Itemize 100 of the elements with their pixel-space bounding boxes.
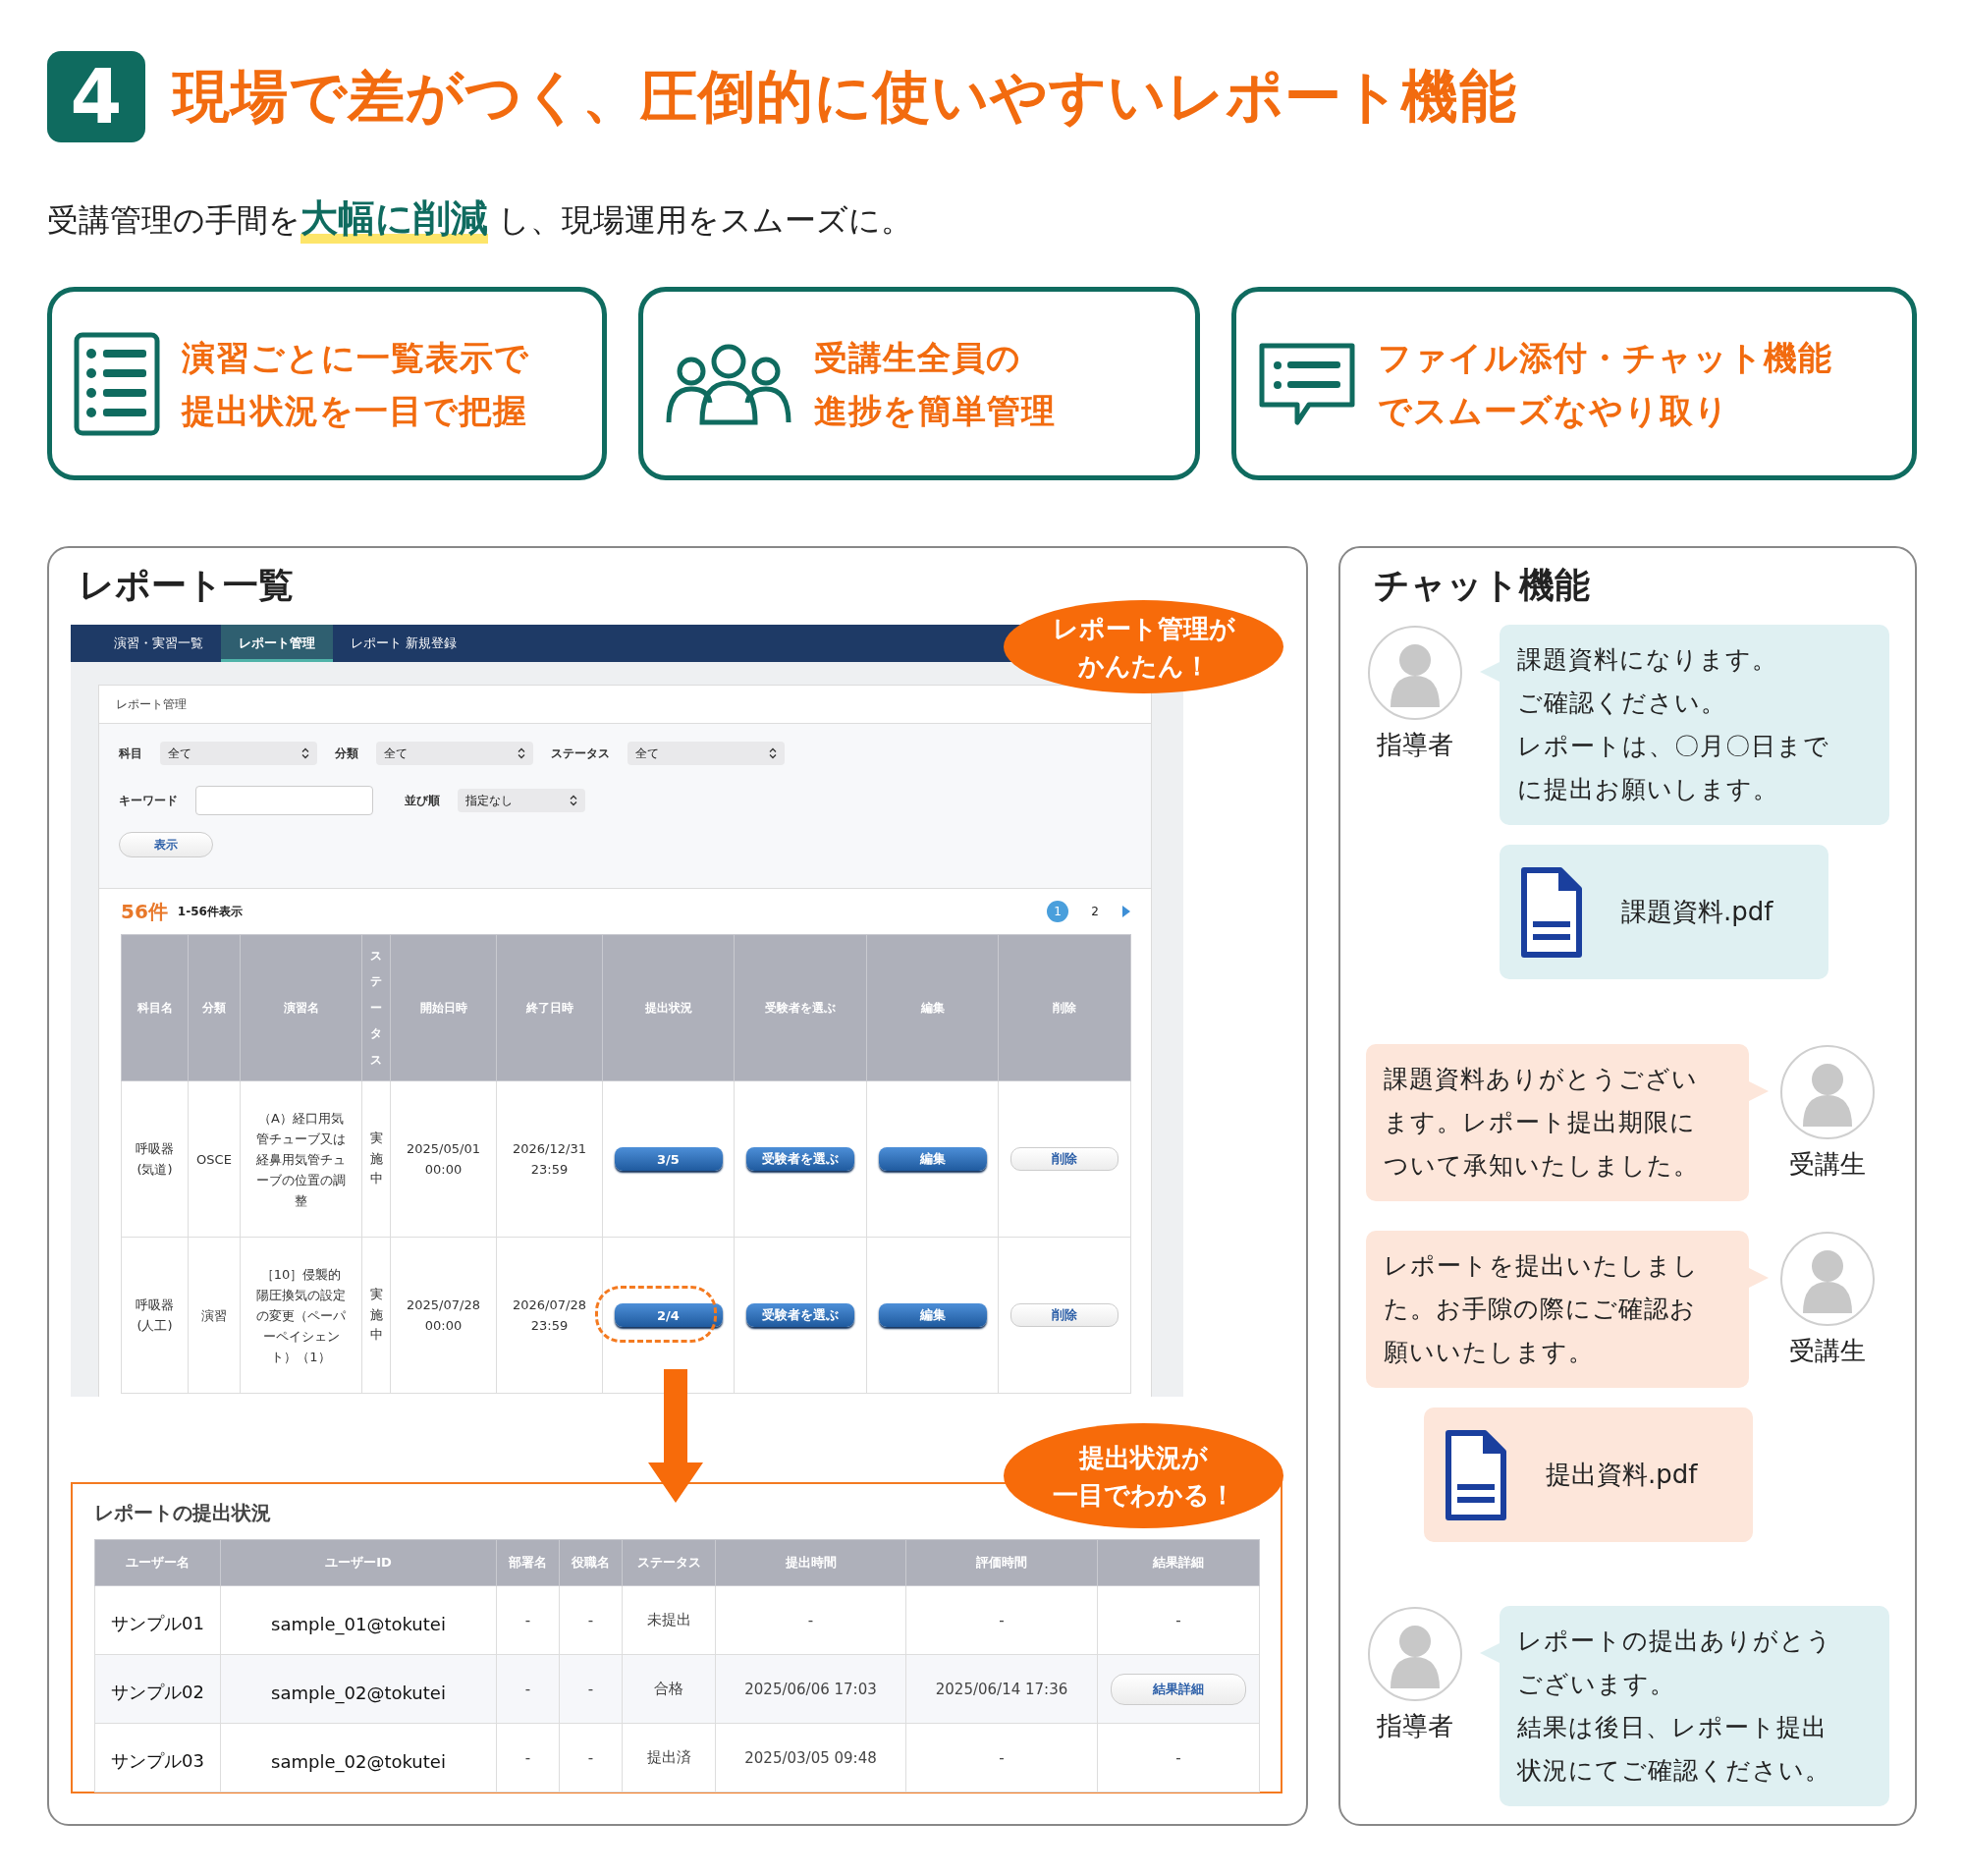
result-range: 1-56件表示 — [177, 903, 243, 920]
table-cell: 2025/06/06 17:03 — [715, 1654, 906, 1724]
submission-status-button[interactable]: 3/5 — [614, 1147, 723, 1171]
callout-text: 一目でわかる！ — [1052, 1478, 1235, 1512]
edit-button[interactable]: 編集 — [878, 1303, 987, 1327]
select-field[interactable]: 全て — [160, 742, 317, 765]
sender-name: 受講生 — [1789, 1335, 1866, 1367]
keyword-field[interactable] — [195, 786, 373, 815]
message-text: 課題資料になります。 — [1517, 644, 1778, 676]
filter-label: キーワード — [119, 792, 178, 809]
nav-tab[interactable]: 演習・実習一覧 — [96, 625, 221, 662]
feature-text: 演習ごとに一覧表示で — [182, 336, 529, 379]
nav-tab[interactable]: レポート 新規登録 — [333, 625, 475, 662]
callout-text: かんたん！ — [1077, 649, 1210, 683]
callout-text: 提出状況が — [1079, 1441, 1208, 1474]
choose-examinee-button[interactable]: 受験者を選ぶ — [746, 1303, 854, 1327]
show-button[interactable]: 表示 — [119, 832, 213, 857]
table-cell: OSCE — [188, 1080, 241, 1238]
document-icon — [1521, 866, 1582, 958]
delete-button[interactable]: 削除 — [1010, 1147, 1118, 1171]
panel-title: レポート一覧 — [78, 564, 295, 607]
panel-title: チャット機能 — [1373, 564, 1591, 607]
lead-text: 受講管理の手間を大幅に削減 し、現場運用をスムーズに。 — [47, 196, 1917, 242]
nav-tab[interactable]: レポート管理 — [221, 625, 333, 662]
column-header: 演習名 — [240, 934, 362, 1081]
table-cell: 合格 — [622, 1654, 716, 1724]
select-field[interactable]: 指定なし — [458, 789, 585, 812]
section-title: 現場で差がつく、圧倒的に使いやすいレポート機能 — [173, 61, 1517, 132]
page-link[interactable]: 2 — [1084, 901, 1106, 922]
column-header: 評価時間 — [905, 1539, 1098, 1586]
table-cell: 呼吸器(人工) — [121, 1237, 189, 1394]
message-text: レポートは、〇月〇日までに提出お願いします。 — [1517, 731, 1830, 805]
column-header: 開始日時 — [390, 934, 497, 1081]
select-field[interactable]: 全て — [376, 742, 533, 765]
column-header: 提出状況 — [602, 934, 735, 1081]
avatar-icon — [1367, 1606, 1463, 1702]
next-page-icon[interactable] — [1121, 905, 1131, 918]
table-cell: 未提出 — [622, 1585, 716, 1655]
chat-icon — [1258, 341, 1356, 426]
table-cell: （A）経口用気管チューブ又は経鼻用気管チューブの位置の調整 — [240, 1080, 362, 1238]
column-header: 部署名 — [496, 1539, 560, 1586]
table-cell: 2025/07/28 00:00 — [390, 1237, 497, 1394]
column-header: ユーザーID — [220, 1539, 497, 1586]
message-text: 課題資料ありがとうございます。レポート提出期限について承知いたしました。 — [1384, 1064, 1700, 1182]
sender-name: 指導者 — [1377, 1710, 1453, 1742]
table-cell: - — [559, 1585, 623, 1655]
table-cell: サンプル02 — [94, 1654, 221, 1724]
delete-button[interactable]: 削除 — [1010, 1303, 1118, 1327]
table-cell: - — [496, 1723, 560, 1793]
feature-text: 受講生全員の — [814, 336, 1022, 379]
table-cell: 2026/12/31 23:59 — [496, 1080, 603, 1238]
select-caret-icon — [301, 747, 309, 759]
message-text: レポートを提出いたしました。お手隙の際にご確認お願いいたします。 — [1384, 1250, 1700, 1368]
table-cell: 2025/05/01 00:00 — [390, 1080, 497, 1238]
table-cell: sample_01@tokutei — [220, 1585, 497, 1655]
sender-name: 指導者 — [1377, 729, 1453, 761]
edit-button[interactable]: 編集 — [878, 1147, 987, 1171]
file-attachment[interactable]: 提出資料.pdf — [1424, 1407, 1753, 1542]
table-cell: 実施中 — [361, 1237, 391, 1394]
result-detail-button[interactable]: 結果詳細 — [1111, 1673, 1246, 1705]
column-header: 役職名 — [559, 1539, 623, 1586]
sender-name: 受講生 — [1789, 1148, 1866, 1181]
table-cell: 2026/07/28 23:59 — [496, 1237, 603, 1394]
table-cell: 実施中 — [361, 1080, 391, 1238]
select-caret-icon — [769, 747, 777, 759]
message-text: 結果は後日、レポート提出状況にてご確認ください。 — [1517, 1712, 1831, 1787]
column-header: ユーザー名 — [94, 1539, 221, 1586]
section-number-badge: 4 — [47, 51, 145, 142]
table-cell: - — [905, 1723, 1098, 1793]
box-title: レポートの提出状況 — [94, 1500, 272, 1526]
table-cell: サンプル01 — [94, 1585, 221, 1655]
table-cell: サンプル03 — [94, 1723, 221, 1793]
table-cell: - — [559, 1654, 623, 1724]
column-header: 削除 — [998, 934, 1131, 1081]
column-header: 科目名 — [121, 934, 189, 1081]
avatar-icon — [1779, 1044, 1876, 1140]
table-cell: - — [715, 1585, 906, 1655]
feature-text: 進捗を簡単管理 — [814, 389, 1056, 432]
table-cell: - — [1097, 1723, 1260, 1793]
column-header: 分類 — [188, 934, 241, 1081]
select-caret-icon — [570, 795, 577, 806]
select-field[interactable]: 全て — [627, 742, 785, 765]
table-cell: - — [559, 1723, 623, 1793]
table-cell: 2025/06/14 17:36 — [905, 1654, 1098, 1724]
filter-label: ステータス — [551, 745, 610, 762]
column-header: 提出時間 — [715, 1539, 906, 1586]
avatar-icon — [1779, 1231, 1876, 1327]
filter-label: 並び順 — [405, 792, 440, 809]
message-text: レポートの提出ありがとうございます。 — [1517, 1626, 1833, 1700]
file-attachment[interactable]: 課題資料.pdf — [1500, 845, 1828, 979]
column-header: 結果詳細 — [1097, 1539, 1260, 1586]
column-header: 終了日時 — [496, 934, 603, 1081]
document-icon — [1446, 1429, 1506, 1520]
feature-text: でスムーズなやり取り — [1378, 389, 1730, 432]
avatar-icon — [1367, 625, 1463, 721]
choose-examinee-button[interactable]: 受験者を選ぶ — [746, 1147, 854, 1171]
filter-label: 科目 — [119, 745, 142, 762]
table-cell: - — [1097, 1585, 1260, 1655]
submission-status-button[interactable]: 2/4 — [614, 1303, 723, 1327]
filter-label: 分類 — [335, 745, 358, 762]
